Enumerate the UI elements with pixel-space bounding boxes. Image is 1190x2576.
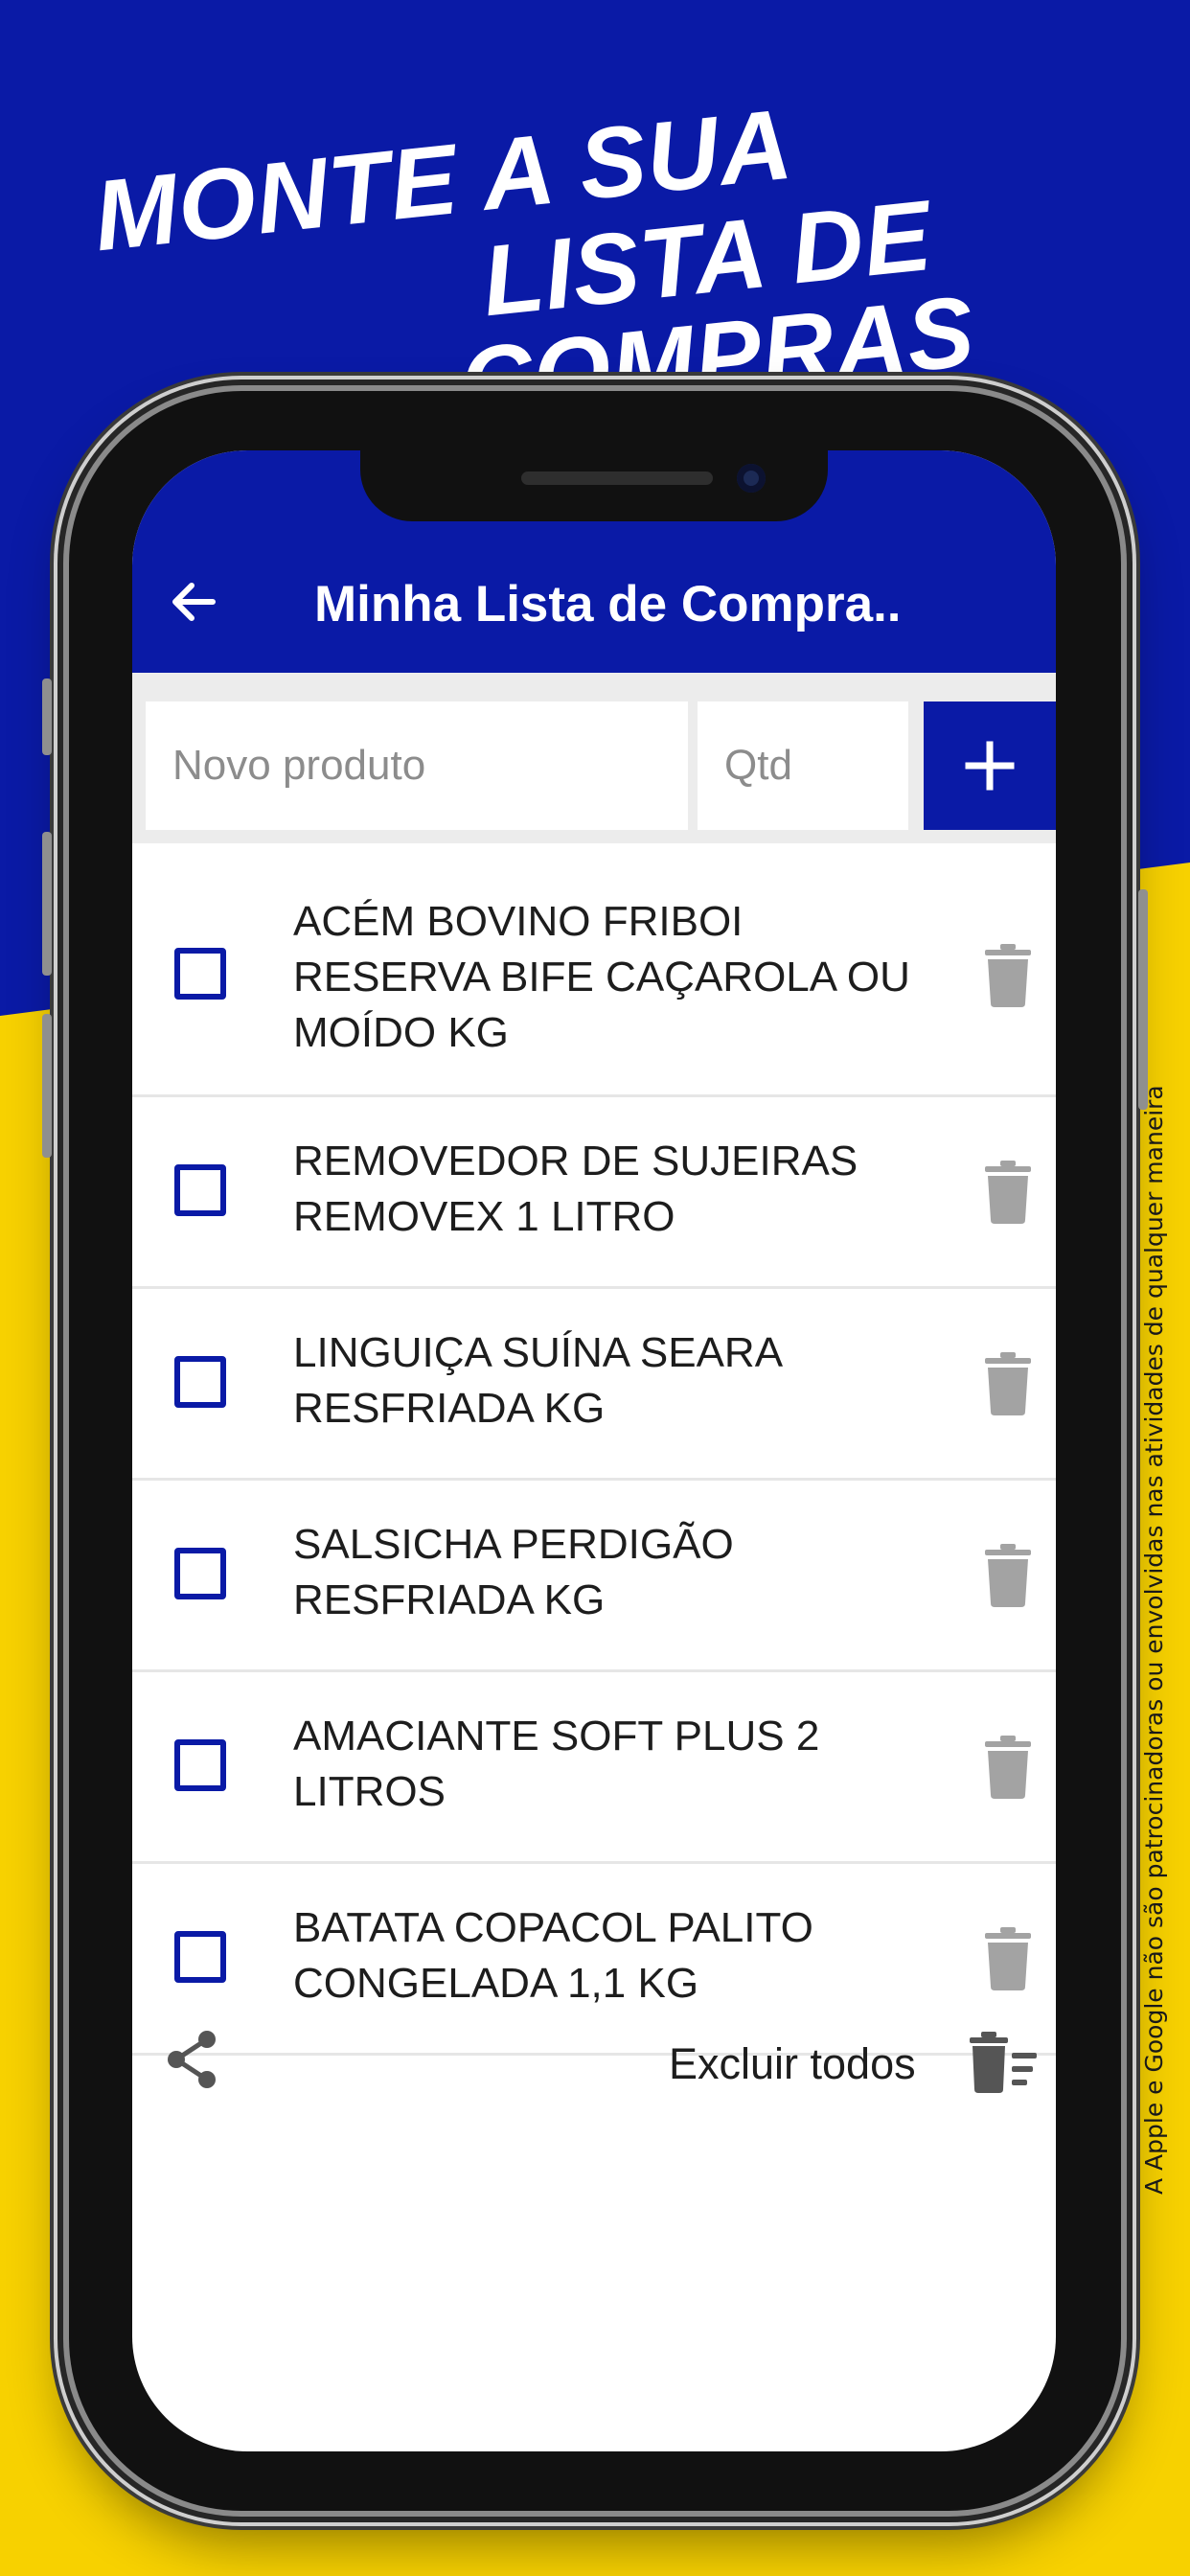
- item-checkbox[interactable]: [174, 1548, 226, 1599]
- item-label: LINGUIÇA SUÍNA SEARA RESFRIADA KG: [293, 1329, 781, 1432]
- page-title: Minha Lista de Compra..: [314, 576, 902, 632]
- shopping-list: ACÉM BOVINO FRIBOI RESERVA BIFE CAÇAROLA…: [132, 858, 1056, 2056]
- list-item: ACÉM BOVINO FRIBOI RESERVA BIFE CAÇAROLA…: [132, 858, 1056, 1097]
- item-checkbox[interactable]: [174, 948, 226, 1000]
- trash-icon[interactable]: [983, 1161, 1033, 1224]
- item-label: SALSICHA PERDIGÃO RESFRIADA KG: [293, 1521, 734, 1623]
- camera-icon: [737, 464, 766, 493]
- phone-frame: Minha Lista de Compra.. ACÉM BOVINO FRIB…: [42, 391, 1148, 2511]
- item-label: REMOVEDOR DE SUJEIRAS REMOVEX 1 LITRO: [293, 1138, 858, 1240]
- plus-icon: [965, 741, 1015, 791]
- share-icon[interactable]: [163, 2028, 222, 2091]
- trash-icon[interactable]: [983, 944, 1033, 1007]
- volume-down-button: [42, 832, 52, 976]
- list-item: LINGUIÇA SUÍNA SEARA RESFRIADA KG: [132, 1289, 1056, 1481]
- clear-all-button[interactable]: Excluir todos: [669, 2039, 916, 2089]
- product-input[interactable]: [146, 702, 688, 830]
- trash-icon[interactable]: [983, 1927, 1033, 1990]
- add-item-button[interactable]: [924, 702, 1056, 830]
- trash-icon[interactable]: [983, 1544, 1033, 1607]
- list-item: AMACIANTE SOFT PLUS 2 LITROS: [132, 1672, 1056, 1864]
- quantity-input[interactable]: [698, 702, 908, 830]
- item-checkbox[interactable]: [174, 1356, 226, 1408]
- trash-list-icon[interactable]: [968, 2032, 1039, 2093]
- volume-up-button: [42, 678, 52, 755]
- list-item: REMOVEDOR DE SUJEIRAS REMOVEX 1 LITRO: [132, 1097, 1056, 1289]
- item-checkbox[interactable]: [174, 1164, 226, 1216]
- speaker-grille: [521, 472, 713, 485]
- volume-button: [42, 1014, 52, 1158]
- item-checkbox[interactable]: [174, 1739, 226, 1791]
- item-label: BATATA COPACOL PALITO CONGELADA 1,1 KG: [293, 1904, 813, 2007]
- item-label: ACÉM BOVINO FRIBOI RESERVA BIFE CAÇAROLA…: [293, 898, 910, 1056]
- new-item-bar: [132, 673, 1056, 843]
- item-label: AMACIANTE SOFT PLUS 2 LITROS: [293, 1713, 820, 1815]
- trash-icon[interactable]: [983, 1736, 1033, 1799]
- phone-screen: Minha Lista de Compra.. ACÉM BOVINO FRIB…: [132, 450, 1056, 2451]
- trash-icon[interactable]: [983, 1352, 1033, 1415]
- disclaimer-text: A Apple e Google não são patrocinadoras …: [1140, 1085, 1168, 2195]
- list-footer: Excluir todos: [132, 2022, 1056, 2156]
- power-button: [1138, 889, 1148, 1110]
- arrow-left-icon[interactable]: [165, 573, 222, 631]
- list-item: SALSICHA PERDIGÃO RESFRIADA KG: [132, 1481, 1056, 1672]
- item-checkbox[interactable]: [174, 1931, 226, 1983]
- phone-notch: [360, 450, 828, 521]
